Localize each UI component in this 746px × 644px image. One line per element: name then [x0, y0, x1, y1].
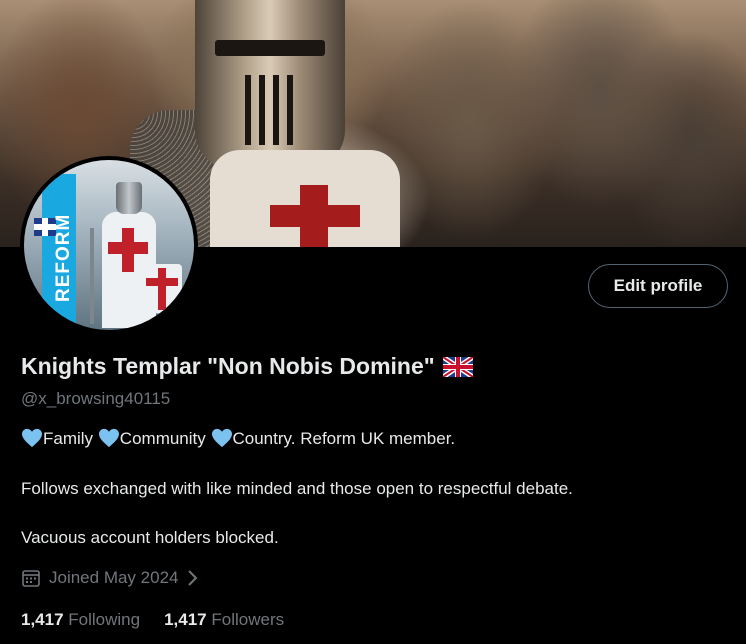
followers-count: 1,417 — [164, 610, 207, 629]
edit-profile-button[interactable]: Edit profile — [588, 264, 728, 308]
calendar-icon — [22, 570, 40, 587]
bio-segment-family: Family — [43, 429, 94, 448]
display-name-row: Knights Templar "Non Nobis Domine" — [21, 353, 473, 380]
following-link[interactable]: 1,417 Following — [21, 610, 140, 630]
chevron-right-icon — [188, 570, 198, 586]
joined-date[interactable]: Joined May 2024 — [21, 568, 198, 588]
bio-segment-country: Country. Reform UK member. — [232, 429, 456, 448]
avatar-shield-cross-h — [146, 278, 178, 286]
following-count: 1,417 — [21, 610, 64, 629]
bio-segment-community: Community — [119, 429, 206, 448]
handle: @x_browsing40115 — [21, 389, 171, 408]
banner-visor — [215, 40, 325, 56]
display-name: Knights Templar "Non Nobis Domine" — [21, 353, 435, 379]
follow-stats: 1,417 Following 1,417 Followers — [21, 610, 284, 630]
bio-line-2: Follows exchanged with like minded and t… — [21, 479, 573, 498]
uk-flag-icon — [442, 356, 473, 377]
bio-line-3: Vacuous account holders blocked. — [21, 528, 279, 547]
avatar-image: REFORM — [24, 160, 194, 330]
avatar[interactable]: REFORM — [20, 156, 198, 334]
joined-text: Joined May 2024 — [49, 568, 179, 587]
heart-icon — [98, 428, 119, 448]
followers-label: Followers — [211, 610, 285, 629]
banner-cross-horizontal — [270, 205, 360, 227]
heart-icon — [211, 428, 232, 448]
avatar-sword — [90, 228, 94, 324]
bio-line-1: Family Community Country. Reform UK memb… — [21, 428, 455, 450]
followers-link[interactable]: 1,417 Followers — [164, 610, 284, 630]
following-label: Following — [68, 610, 141, 629]
avatar-reform-text: REFORM — [53, 213, 74, 302]
banner-visor-slits — [245, 75, 295, 145]
avatar-shield-cross-v — [158, 268, 166, 310]
heart-icon — [22, 428, 42, 448]
